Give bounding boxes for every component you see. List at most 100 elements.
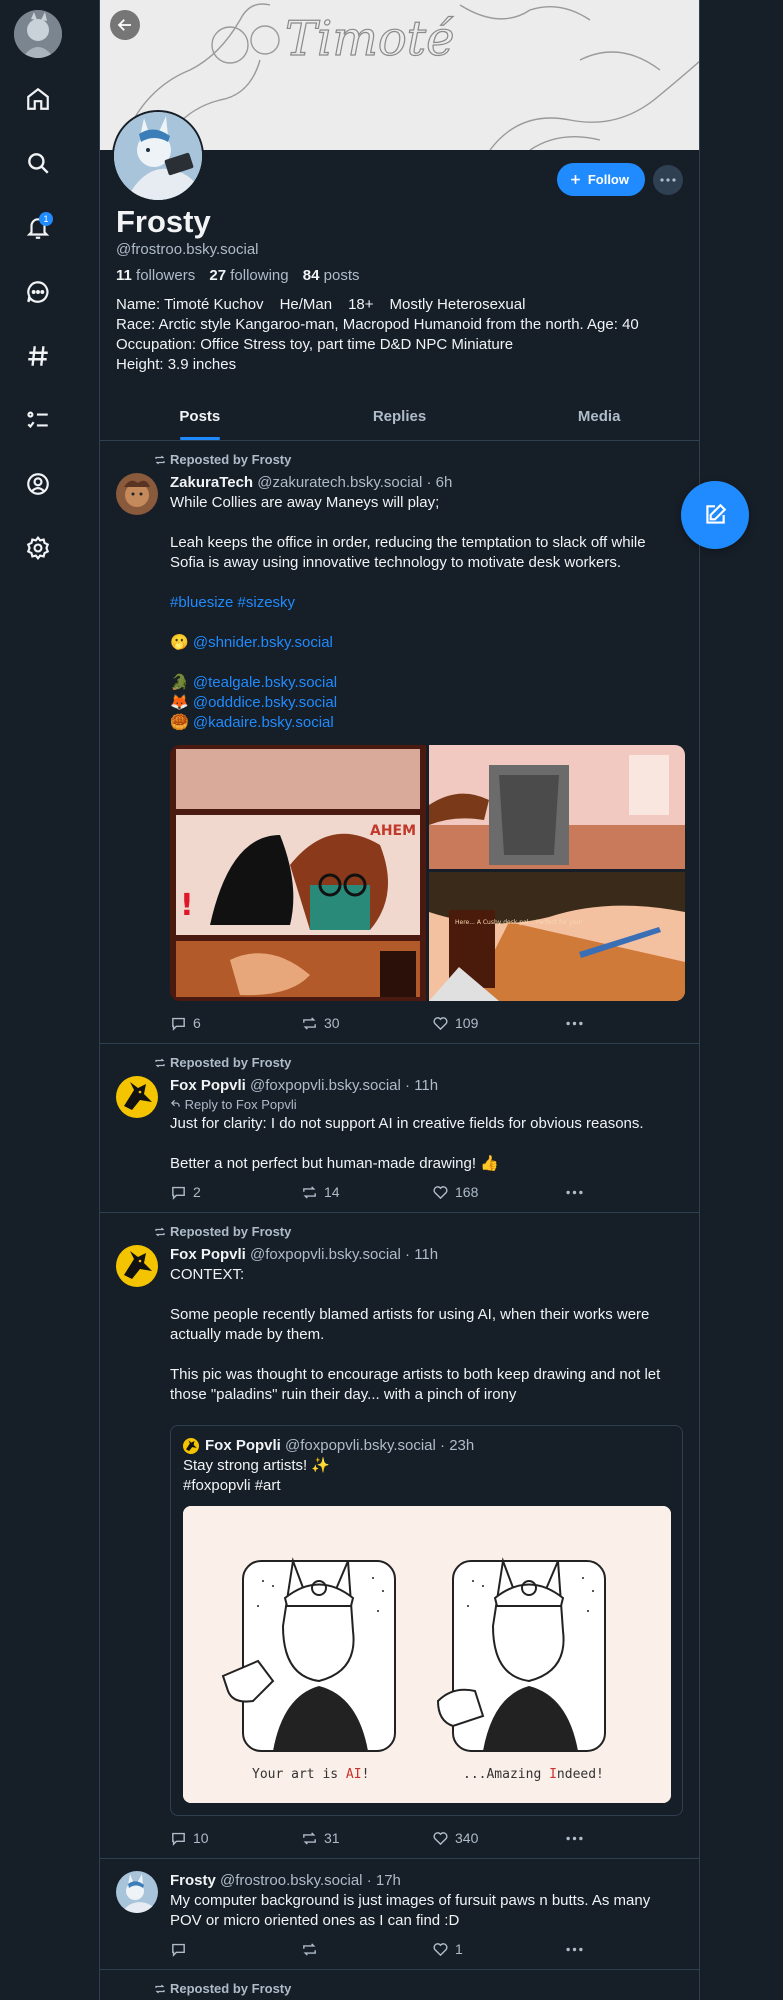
author-name[interactable]: Frosty — [170, 1872, 216, 1889]
post-hashtags[interactable]: #bluesize #sizesky — [170, 593, 683, 613]
my-avatar[interactable] — [14, 10, 62, 58]
repost-button[interactable]: 30 — [301, 1015, 432, 1032]
heart-icon — [433, 1942, 448, 1956]
post-more-button[interactable] — [566, 1830, 583, 1847]
heart-icon — [433, 1185, 448, 1199]
reply-button[interactable]: 10 — [170, 1830, 301, 1847]
reply-button[interactable]: 6 — [170, 1015, 301, 1032]
svg-text:!: ! — [180, 888, 194, 923]
reply-to-indicator[interactable]: Reply to Fox Popvli — [170, 1096, 683, 1114]
follow-button-label: Follow — [587, 172, 629, 187]
feed-post[interactable]: Reposted by Frosty Fox Popvli @foxpopvli… — [100, 1213, 699, 1859]
repost-icon — [303, 1831, 316, 1845]
author-avatar[interactable] — [116, 1245, 158, 1287]
post-more-button[interactable] — [566, 1941, 583, 1958]
repost-indicator: Reposted by Frosty — [154, 1224, 291, 1239]
author-handle[interactable]: @foxpopvli.bsky.social — [250, 1246, 401, 1263]
profile-stats: 11 followers 27 following 84 posts — [116, 267, 683, 284]
feed-post[interactable]: Reposted by Frosty ZakuraTech @zakuratec… — [100, 441, 699, 1044]
quote-author-avatar — [183, 1438, 199, 1454]
post-image-grid[interactable]: AHEM ! Here... A Cushy desk pal... Perfe… — [170, 745, 685, 1001]
profile-icon[interactable] — [22, 468, 54, 500]
post-more-button[interactable] — [566, 1015, 583, 1032]
feed-post[interactable]: Reposted by Frosty — [100, 1970, 699, 2000]
reply-button[interactable] — [170, 1941, 301, 1958]
quoted-post[interactable]: Fox Popvli @foxpopvli.bsky.social · 23h … — [170, 1425, 683, 1816]
more-dots-icon — [566, 1190, 583, 1194]
comic-image-2 — [429, 745, 685, 869]
quote-image[interactable]: Your art is AI! ...Amazing Indeed! — [183, 1506, 671, 1803]
settings-gear-icon[interactable] — [22, 532, 54, 564]
repost-icon — [303, 1942, 316, 1956]
more-dots-icon — [566, 1836, 583, 1840]
like-button[interactable]: 168 — [432, 1184, 566, 1201]
chat-icon[interactable] — [22, 276, 54, 308]
follow-button[interactable]: Follow — [556, 163, 645, 196]
post-header: Frosty @frostroo.bsky.social · 17h — [170, 1871, 683, 1891]
home-icon[interactable] — [22, 83, 54, 115]
comic-shout-text: AHEM — [370, 823, 416, 839]
tab-media[interactable]: Media — [499, 393, 699, 440]
post-more-button[interactable] — [566, 1184, 583, 1201]
search-icon[interactable] — [22, 147, 54, 179]
main-column: Timoté Follow Frosty @frostroo.bsky.soci… — [99, 0, 700, 2000]
feed-post[interactable]: Reposted by Frosty Fox Popvli @foxpopvli… — [100, 1044, 699, 1213]
feed-post[interactable]: Frosty @frostroo.bsky.social · 17h My co… — [100, 1859, 699, 1970]
post-text: CONTEXT: Some people recently blamed arti… — [170, 1266, 665, 1403]
notifications-icon[interactable]: 1 — [22, 212, 54, 244]
quote-author-name[interactable]: Fox Popvli — [205, 1437, 281, 1454]
reply-button[interactable]: 2 — [170, 1184, 301, 1201]
svg-text:Your art is AI!: Your art is AI! — [252, 1767, 369, 1782]
repost-small-icon — [155, 455, 165, 464]
author-avatar[interactable] — [116, 1871, 158, 1913]
mention-link[interactable]: @kadaire.bsky.social — [193, 714, 334, 731]
post-header: ZakuraTech @zakuratech.bsky.social · 6h — [170, 473, 683, 493]
post-actions: 2 14 168 — [170, 1182, 683, 1202]
mention-link[interactable]: @tealgale.bsky.social — [193, 674, 337, 691]
tab-replies[interactable]: Replies — [300, 393, 500, 440]
profile-more-button[interactable] — [653, 165, 683, 195]
mention-link[interactable]: @odddice.bsky.social — [193, 694, 337, 711]
tab-posts[interactable]: Posts — [100, 393, 300, 440]
back-button[interactable] — [110, 10, 140, 40]
like-button[interactable]: 109 — [432, 1015, 566, 1032]
repost-button[interactable] — [301, 1941, 432, 1958]
quote-text: Stay strong artists! ✨ #foxpopvli #art — [183, 1457, 331, 1494]
like-button[interactable]: 340 — [432, 1830, 566, 1847]
author-handle[interactable]: @foxpopvli.bsky.social — [250, 1077, 401, 1094]
following-link[interactable]: 27 following — [209, 267, 288, 284]
left-nav: 1 — [0, 0, 76, 600]
post-time: · 11h — [405, 1246, 439, 1263]
repost-button[interactable]: 31 — [301, 1830, 432, 1847]
like-button[interactable]: 1 — [432, 1941, 566, 1958]
author-avatar[interactable] — [116, 473, 158, 515]
comic-caption-text: Here... A Cushy desk pal... Perfect for … — [455, 919, 583, 926]
quote-time: · 23h — [440, 1437, 475, 1454]
feeds-hash-icon[interactable] — [22, 340, 54, 372]
compose-button[interactable] — [681, 481, 749, 549]
author-name[interactable]: Fox Popvli — [170, 1077, 246, 1094]
author-avatar[interactable] — [116, 1076, 158, 1118]
quote-author-handle[interactable]: @foxpopvli.bsky.social — [285, 1437, 436, 1454]
post-time: · 11h — [405, 1077, 439, 1094]
quote-header: Fox Popvli @foxpopvli.bsky.social · 23h — [183, 1436, 670, 1456]
author-handle[interactable]: @zakuratech.bsky.social — [257, 474, 422, 491]
profile-avatar[interactable] — [112, 110, 204, 202]
reply-icon — [172, 1017, 185, 1031]
profile-name: Frosty — [116, 204, 211, 239]
mention-link[interactable]: @shnider.bsky.social — [193, 634, 333, 651]
post-text: My computer background is just images of… — [170, 1892, 655, 1929]
comic-image-1: AHEM ! — [170, 745, 426, 1001]
lists-icon[interactable] — [22, 404, 54, 436]
followers-link[interactable]: 11 followers — [116, 267, 195, 284]
repost-small-icon — [155, 1227, 165, 1236]
repost-button[interactable]: 14 — [301, 1184, 432, 1201]
repost-icon — [303, 1185, 316, 1199]
author-name[interactable]: ZakuraTech — [170, 474, 253, 491]
author-name[interactable]: Fox Popvli — [170, 1246, 246, 1263]
author-handle[interactable]: @frostroo.bsky.social — [220, 1872, 363, 1889]
compose-pencil-icon — [706, 503, 727, 524]
notification-badge: 1 — [39, 212, 53, 226]
repost-indicator: Reposted by Frosty — [154, 452, 291, 467]
post-header: Fox Popvli @foxpopvli.bsky.social · 11h — [170, 1245, 683, 1265]
